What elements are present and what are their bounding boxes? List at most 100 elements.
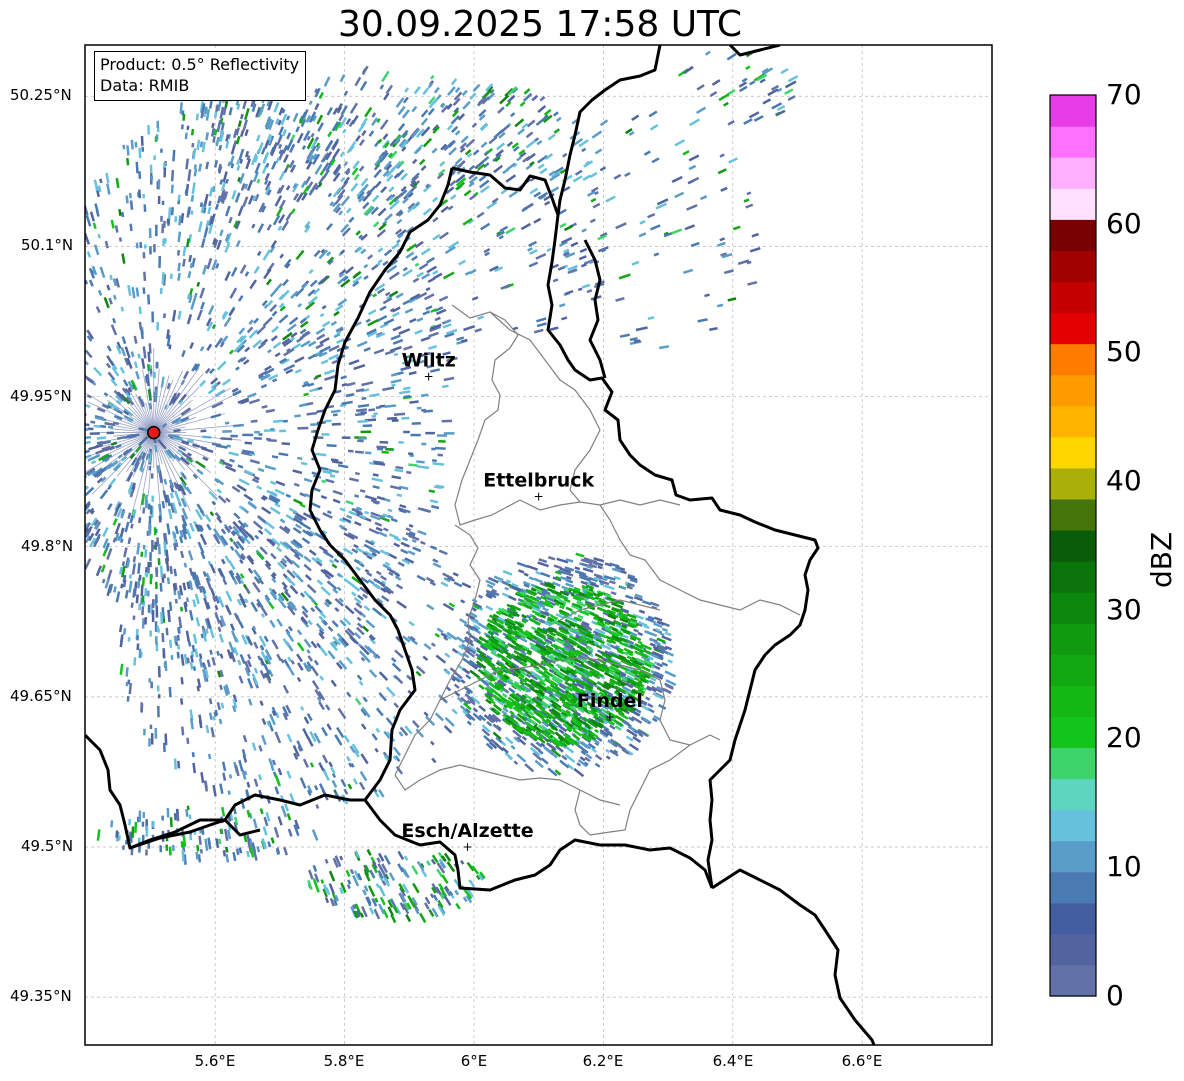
radar-echo-pixel (162, 648, 166, 659)
radar-echo-pixel (62, 308, 68, 316)
radar-echo-pixel (72, 419, 80, 423)
radar-echo-pixel (151, 311, 155, 323)
radar-echo-pixel (371, 414, 377, 418)
radar-echo-pixel (435, 446, 446, 450)
radar-echo-pixel (76, 429, 81, 432)
radar-echo-pixel (230, 434, 238, 438)
radar-echo-pixel (67, 409, 76, 413)
radar-echo-pixel (401, 416, 410, 420)
radar-echo-pixel (75, 415, 81, 419)
radar-echo-pixel (165, 627, 169, 636)
radar-echo-pixel (67, 495, 74, 501)
radar-echo-pixel (76, 513, 82, 520)
radar-echo-pixel (141, 821, 145, 827)
radar-echo-pixel (421, 408, 427, 412)
radar-echo-pixel (143, 728, 146, 736)
radar-echo-pixel (437, 453, 443, 457)
radar-echo-pixel (169, 273, 173, 279)
radar-echo-pixel (379, 440, 389, 444)
radar-echo-pixel (159, 287, 163, 295)
radar-echo-pixel (403, 430, 410, 434)
radar-echo-pixel (108, 425, 114, 429)
radar-echo-pixel (151, 610, 155, 623)
radar-echo-pixel (332, 413, 338, 417)
radar-echo-pixel (155, 581, 158, 589)
radar-echo-pixel (171, 844, 175, 852)
radar-echo-pixel (425, 431, 435, 435)
radar-echo-pixel (148, 228, 152, 238)
radar-echo-pixel (61, 373, 67, 378)
radar-echo-pixel (154, 528, 158, 533)
radar-echo-pixel (62, 354, 67, 359)
radar-echo-pixel (157, 705, 160, 718)
radar-echo-pixel (59, 350, 68, 358)
radar-echo-pixel (163, 167, 167, 178)
radar-echo-pixel (153, 244, 156, 253)
radar-echo-pixel (160, 215, 163, 222)
radar-echo-pixel (159, 845, 163, 853)
radar-echo-pixel (373, 412, 378, 416)
radar-echo-pixel (122, 845, 125, 850)
radar-echo-pixel (78, 474, 84, 479)
radar-echo-pixel (158, 255, 162, 268)
radar-echo-pixel (173, 813, 177, 821)
radar-echo-pixel (421, 442, 427, 446)
radar-echo-pixel (63, 332, 69, 338)
radar-echo-pixel (145, 849, 148, 856)
radar-echo-pixel (71, 414, 81, 418)
radar-echo-pixel (156, 120, 160, 128)
radar-echo-pixel (77, 221, 83, 232)
radar-echo-pixel (66, 261, 71, 268)
radar-echo-pixel (157, 666, 161, 678)
radar-echo-pixel (147, 294, 151, 305)
radar-echo-pixel (156, 322, 159, 331)
radar-echo-pixel (144, 549, 148, 558)
radar-echo-pixel (55, 298, 60, 303)
radar-echo-pixel (70, 514, 76, 520)
radar-echo-pixel (58, 438, 65, 441)
radar-echo-pixel (166, 807, 170, 818)
radar-echo-pixel (253, 437, 262, 440)
radar-echo-pixel (163, 220, 166, 228)
radar-echo-pixel (358, 437, 367, 440)
radar-echo-pixel (398, 441, 404, 444)
radar-echo-pixel (151, 495, 154, 502)
radar-echo-pixel (153, 155, 156, 161)
radar-echo-pixel (78, 294, 83, 300)
radar-echo-pixel (149, 246, 152, 255)
radar-echo-pixel (169, 817, 173, 828)
radar-echo-pixel (79, 277, 84, 284)
radar-echo-pixel (157, 195, 161, 204)
radar-echo-pixel (180, 841, 184, 848)
radar-echo-pixel (142, 194, 146, 199)
radar-echo-pixel (117, 835, 121, 841)
radar-echo-pixel (360, 430, 372, 434)
radar-echo-pixel (157, 179, 161, 190)
radar-echo-pixel (141, 834, 145, 842)
radar-echo-pixel (157, 694, 161, 699)
radar-echo-pixel (156, 685, 160, 692)
radar-echo-pixel (135, 242, 139, 249)
radar-echo-pixel (77, 298, 83, 306)
radar-echo-pixel (70, 518, 75, 523)
radar-echo-pixel (357, 439, 364, 443)
radar-echo-pixel (142, 287, 146, 294)
radar-echo-pixel (146, 590, 150, 597)
radar-echo-pixel (142, 812, 146, 818)
radar-echo-pixel (145, 567, 148, 573)
radar-echo-pixel (68, 488, 78, 496)
radar-echo-pixel (362, 424, 373, 428)
radar-echo-pixel (441, 419, 453, 423)
radar-echo-pixel (79, 536, 84, 542)
radar-echo-pixel (139, 242, 143, 249)
radar-echo-pixel (144, 588, 148, 596)
radar-echo-pixel (168, 846, 172, 856)
radar-echo-pixel (147, 604, 151, 613)
radar-echo-pixel (56, 480, 66, 487)
radar-echo-pixel (144, 617, 148, 625)
radar-echo-pixel (122, 144, 126, 150)
radar-echo-pixel (150, 176, 154, 181)
radar-echo-pixel (443, 432, 455, 435)
radar-echo-pixel (161, 815, 164, 821)
radar-echo-pixel (63, 261, 69, 268)
